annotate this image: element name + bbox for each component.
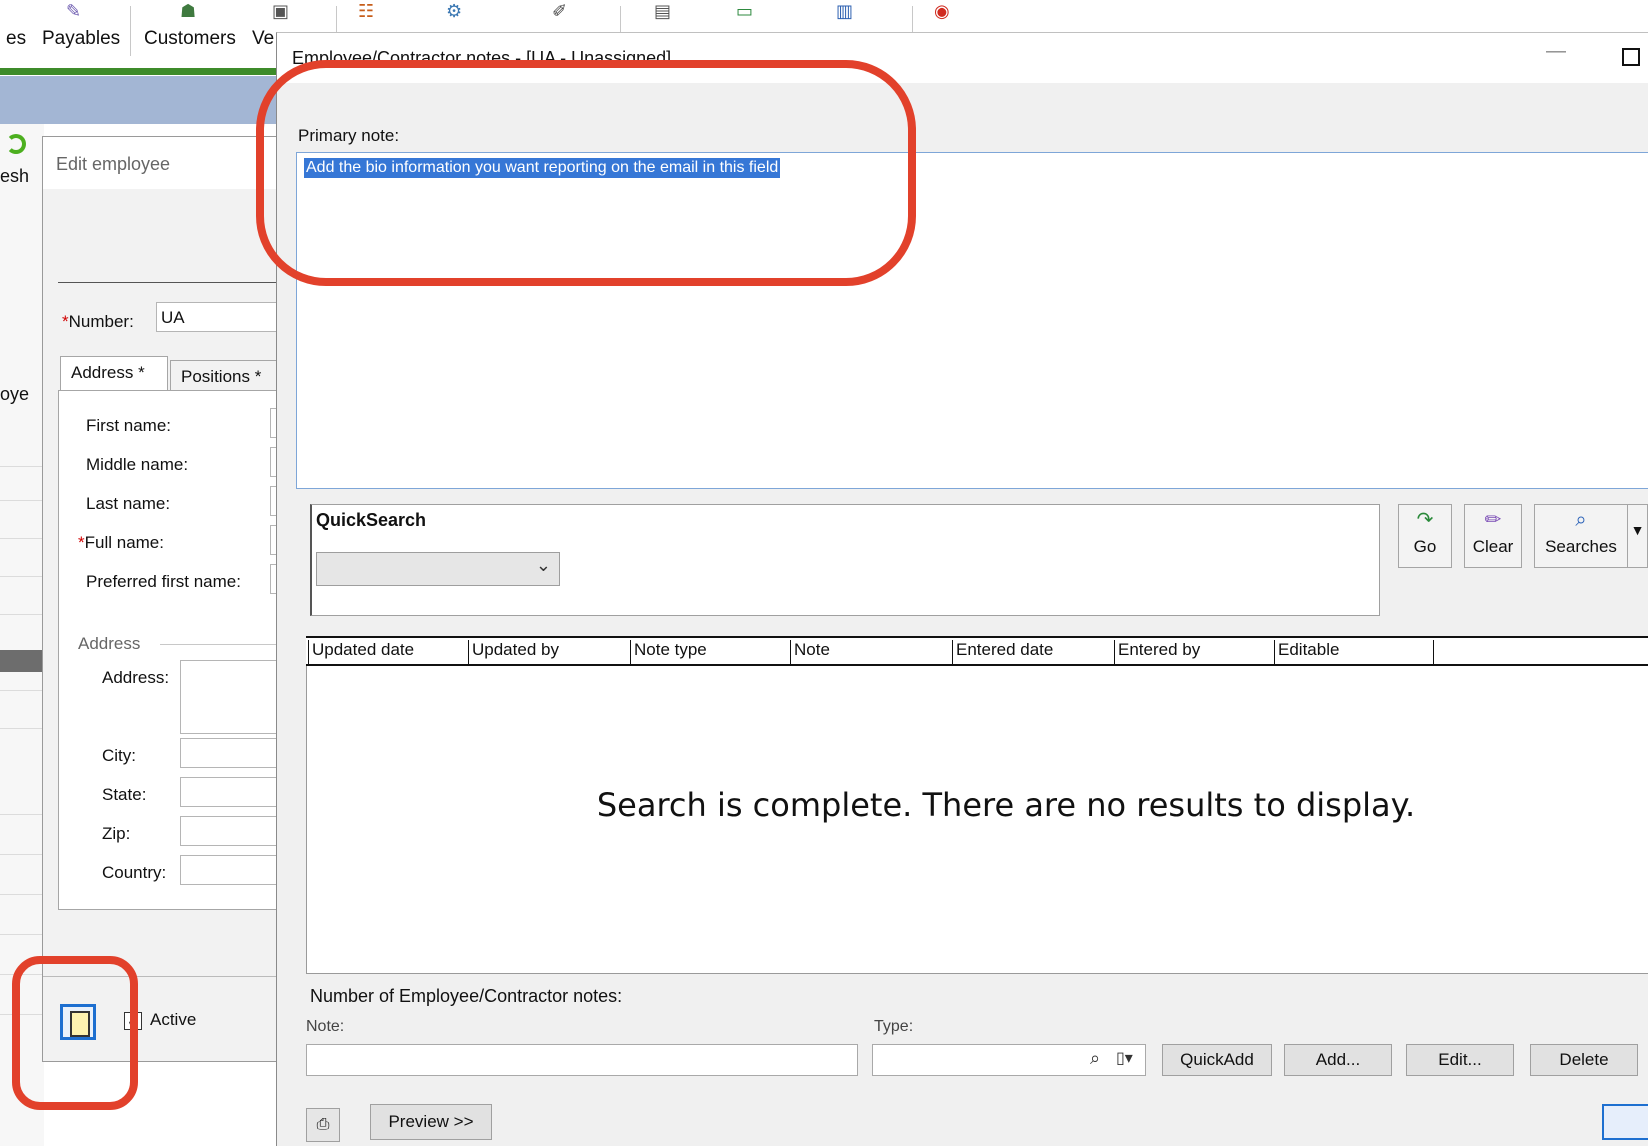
type-input[interactable] [872,1044,1146,1076]
toolbar-separator [130,6,131,56]
first-name-label: First name: [86,416,172,435]
minimize-icon[interactable]: — [1546,40,1566,63]
background-selected-row [0,650,44,672]
address-group-label: Address [78,634,141,653]
middle-name-label: Middle name: [86,455,189,474]
header-band [0,76,300,124]
toolbar-item-payables[interactable]: Payables [42,28,120,50]
column-note-type[interactable]: Note type [630,640,790,664]
toolbar-accent-bar [0,68,300,75]
address-label: Address: [102,668,170,687]
tab-address-label: Address * [71,363,145,382]
gear-globe-icon[interactable]: ⚙ [446,2,462,20]
column-updated-by[interactable]: Updated by [468,640,628,664]
employee-column-fragment: oye [0,384,30,404]
column-note[interactable]: Note [790,640,950,664]
toolbar-item-vendors[interactable]: Ve [252,28,274,50]
print-icon[interactable]: ⎙ [306,1108,340,1142]
delete-button[interactable]: Delete [1530,1044,1638,1076]
number-value: UA [161,308,185,327]
chart-window-icon[interactable]: ▭ [736,2,753,20]
column-editable[interactable]: Editable [1274,640,1434,664]
clear-button-label: Clear [1472,537,1514,556]
toolbar-item-customers[interactable]: Customers [144,28,236,50]
lookup-dropdown-icon[interactable]: ▯▾ [1116,1048,1133,1068]
hierarchy-icon[interactable]: ☷ [358,2,374,20]
book-icon[interactable]: ▤ [654,2,671,20]
state-label: State: [102,785,147,804]
quicksearch-title: QuickSearch [316,510,427,530]
preview-button[interactable]: Preview >> [370,1104,492,1140]
notes-count-label: Number of Employee/Contractor notes: [310,986,623,1006]
column-updated-date[interactable]: Updated date [308,640,468,664]
number-label: *Number: [62,312,134,332]
magnifier-icon: ⌕ [1575,509,1587,531]
search-icon[interactable]: ⌕ [1090,1048,1100,1069]
go-button-label: Go [1413,537,1437,556]
type-input-label: Type: [874,1018,914,1035]
active-label: Active [150,1010,197,1029]
eraser-icon: ✏ [1484,509,1502,531]
edit-document-icon[interactable]: ✐ [552,2,567,20]
searches-button[interactable]: ⌕ Searches [1534,504,1628,568]
help-icon[interactable]: ◉ [934,2,950,20]
required-marker: * [78,533,85,552]
searches-button-label: Searches [1545,537,1617,556]
tab-address[interactable]: Address * [60,356,168,392]
column-entered-date[interactable]: Entered date [952,640,1112,664]
annotation-highlight-primary-note [256,60,916,286]
bar-chart-icon[interactable]: ▥ [836,2,853,20]
note-input[interactable] [306,1044,858,1076]
edit-header-divider [58,282,312,283]
ok-button-partial[interactable] [1602,1104,1648,1140]
refresh-icon[interactable] [6,134,26,154]
edit-employee-title: Edit employee [56,154,171,174]
empty-results-message: Search is complete. There are no results… [596,786,1416,824]
annotation-highlight-notes-icon [12,956,138,1110]
vendors-icon[interactable]: ▣ [272,2,289,20]
searches-dropdown-button[interactable]: ▼ [1628,504,1648,568]
city-label: City: [102,746,136,765]
caret-down-icon: ▼ [1630,522,1645,538]
maximize-icon[interactable] [1622,48,1640,66]
zip-label: Zip: [102,824,131,843]
add-button[interactable]: Add... [1284,1044,1392,1076]
note-input-label: Note: [306,1018,345,1035]
edit-button[interactable]: Edit... [1406,1044,1514,1076]
quickadd-button[interactable]: QuickAdd [1162,1044,1272,1076]
full-name-label: *Full name: [78,533,164,553]
quicksearch-select[interactable] [316,552,560,586]
column-entered-by[interactable]: Entered by [1114,640,1274,664]
toolbar-item-partial[interactable]: es [6,28,26,50]
country-label: Country: [102,863,167,882]
go-button[interactable]: ↷ Go [1398,504,1452,568]
receivables-icon[interactable]: ✎ [66,2,81,20]
preferred-first-name-label: Preferred first name: [86,572,241,591]
clear-button[interactable]: ✏ Clear [1464,504,1522,568]
number-label-text: Number: [68,312,134,331]
redo-arrow-icon: ↷ [1416,509,1434,531]
full-name-label-text: Full name: [84,533,164,552]
tab-positions-label: Positions * [181,367,262,386]
last-name-label: Last name: [86,494,171,513]
customers-icon[interactable]: ☗ [180,2,196,20]
required-marker: * [62,312,69,331]
refresh-label-fragment[interactable]: esh [0,166,29,187]
